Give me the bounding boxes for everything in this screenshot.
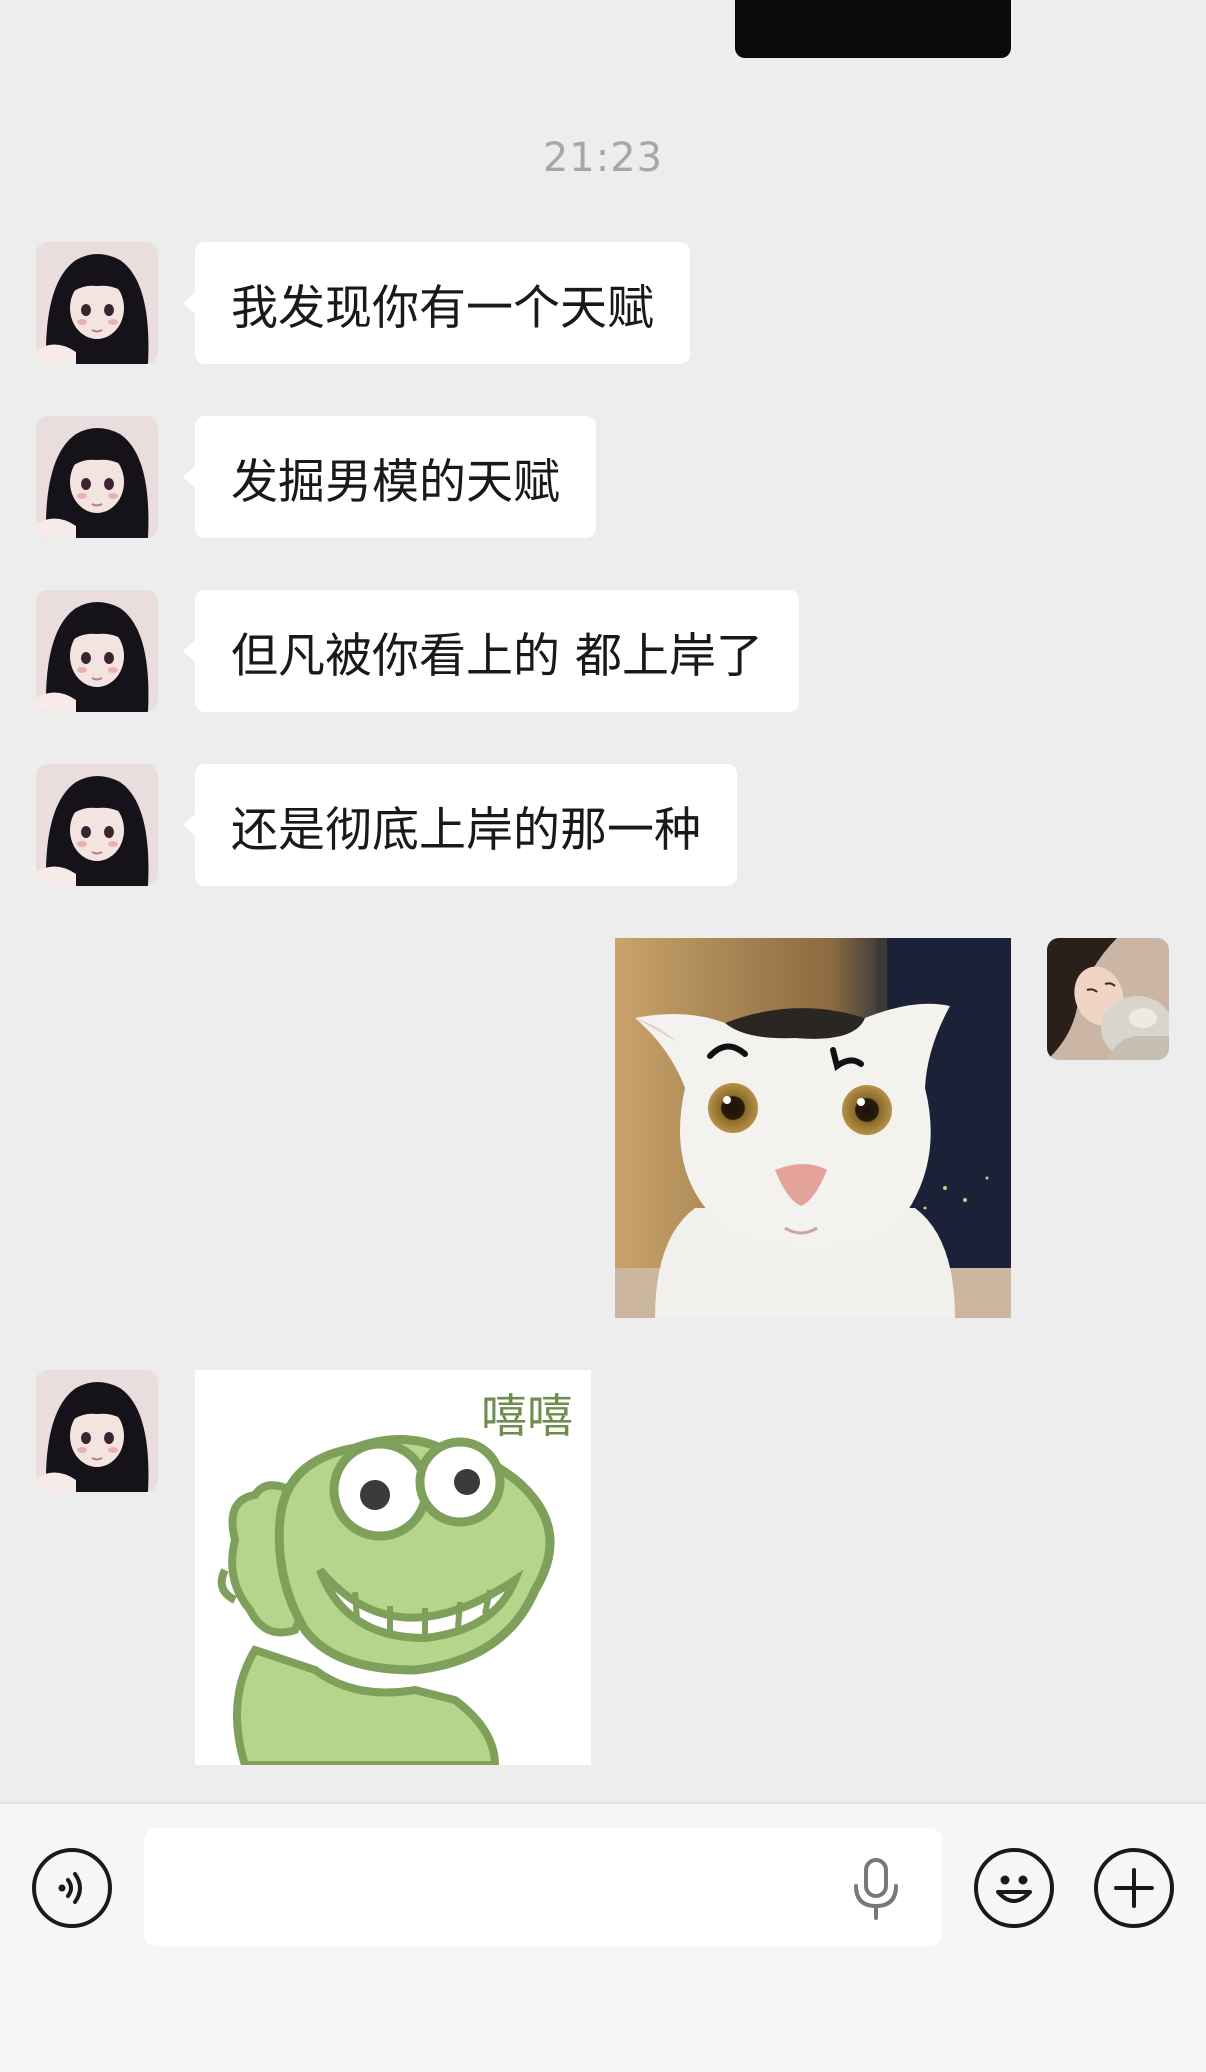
- message-bubble[interactable]: 发掘男模的天赋: [183, 416, 596, 538]
- message-bubble[interactable]: 但凡被你看上的 都上岸了: [183, 590, 799, 712]
- sticker-caption: 嘻嘻: [481, 1389, 573, 1443]
- message-bubble[interactable]: 还是彻底上岸的那一种: [183, 764, 737, 886]
- emoji-icon[interactable]: [974, 1848, 1054, 1928]
- cat-meme-image[interactable]: [615, 938, 1011, 1318]
- contact-avatar[interactable]: [36, 590, 158, 712]
- self-avatar[interactable]: [1047, 938, 1169, 1060]
- mic-icon[interactable]: [850, 1858, 902, 1920]
- contact-avatar[interactable]: [36, 1370, 158, 1492]
- contact-avatar[interactable]: [36, 764, 158, 886]
- contact-avatar[interactable]: [36, 242, 158, 364]
- voice-icon[interactable]: [32, 1848, 112, 1928]
- plus-icon[interactable]: [1094, 1848, 1174, 1928]
- message-text: 发掘男模的天赋: [231, 454, 560, 510]
- message-text: 我发现你有一个天赋: [231, 280, 654, 336]
- redacted-message-block: [735, 0, 1011, 58]
- message-text: 但凡被你看上的 都上岸了: [231, 628, 763, 684]
- chat-input-bar: [0, 1802, 1206, 2072]
- message-bubble[interactable]: 我发现你有一个天赋: [183, 242, 690, 364]
- message-timestamp: 21:23: [542, 135, 664, 181]
- message-text: 还是彻底上岸的那一种: [231, 802, 701, 858]
- frog-sticker[interactable]: 嘻嘻: [195, 1370, 591, 1765]
- message-input[interactable]: [144, 1828, 942, 1946]
- contact-avatar[interactable]: [36, 416, 158, 538]
